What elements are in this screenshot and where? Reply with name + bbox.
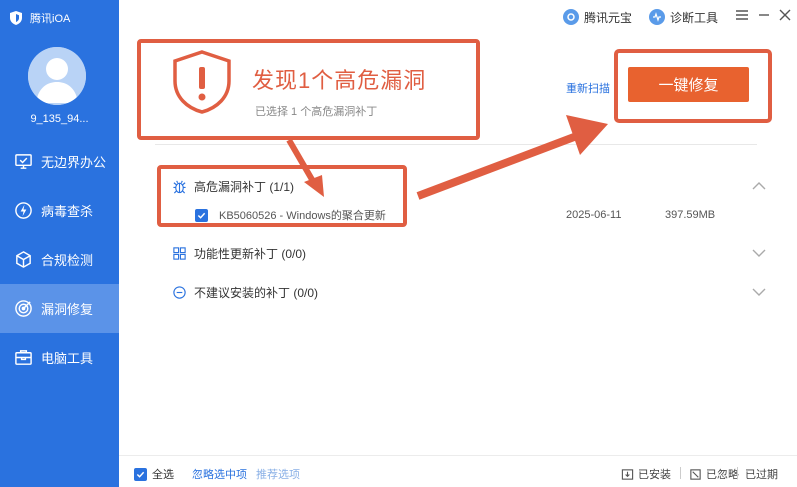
sidebar-item-label: 合规检测 xyxy=(41,253,94,268)
expired-button[interactable]: 已过期 xyxy=(745,466,778,482)
chevron-down-icon[interactable] xyxy=(751,245,767,261)
bug-icon xyxy=(173,180,186,193)
sidebar-item-borderless-office[interactable]: 无边界办公 xyxy=(0,137,119,186)
brand: 腾讯iOA xyxy=(8,10,70,26)
installed-label: 已安装 xyxy=(638,469,671,481)
sidebar-item-label: 电脑工具 xyxy=(41,351,94,366)
select-all-label: 全选 xyxy=(152,469,174,481)
annotation-arrow-right-head xyxy=(566,115,608,155)
installed-button[interactable]: 已安装 xyxy=(621,466,671,482)
group-functional-update[interactable]: 功能性更新补丁 (0/0) xyxy=(172,243,767,263)
recommended-options-link[interactable]: 推荐选项 xyxy=(256,466,300,482)
sidebar-nav: 无边界办公 病毒查杀 合规检测 漏洞修复 电脑工具 xyxy=(0,137,119,382)
sidebar: 腾讯iOA 9_135_94... 无边界办公 病毒查杀 合规检测 漏洞修复 电… xyxy=(0,0,119,487)
group-label: 高危漏洞补丁 (1/1) xyxy=(194,179,295,194)
sidebar-item-vuln-fix[interactable]: 漏洞修复 xyxy=(0,284,119,333)
chevron-down-icon[interactable] xyxy=(751,284,767,300)
group-not-recommended[interactable]: 不建议安装的补丁 (0/0) xyxy=(172,282,767,302)
group-high-risk[interactable]: 高危漏洞补丁 (1/1) xyxy=(172,176,767,196)
check-icon xyxy=(136,471,145,478)
check-icon xyxy=(197,212,206,219)
sidebar-item-compliance[interactable]: 合规检测 xyxy=(0,235,119,284)
group-label: 不建议安装的补丁 (0/0) xyxy=(194,285,319,300)
diagnose-icon xyxy=(649,9,665,25)
username: 9_135_94... xyxy=(30,113,89,125)
menu-icon[interactable] xyxy=(733,6,751,24)
ioa-logo-icon xyxy=(10,11,22,25)
patch-size: 397.59MB xyxy=(665,209,716,221)
footer-bar: 全选 忽略选中项 推荐选项 已安装 已忽略 已过期 xyxy=(119,455,797,487)
title-bar: 腾讯元宝 诊断工具 xyxy=(119,0,797,34)
close-icon[interactable] xyxy=(776,6,794,24)
toolbox-icon xyxy=(15,350,32,365)
separator xyxy=(680,467,681,479)
divider xyxy=(155,144,757,145)
patch-date: 2025-06-11 xyxy=(566,209,622,221)
one-click-fix-button[interactable]: 一键修复 xyxy=(628,67,749,102)
brand-name: 腾讯iOA xyxy=(30,13,71,25)
rescan-link[interactable]: 重新扫描 xyxy=(566,80,610,96)
expired-label: 已过期 xyxy=(745,469,778,481)
select-all[interactable]: 全选 xyxy=(134,466,174,482)
ignored-label: 已忽略 xyxy=(706,469,739,481)
install-icon xyxy=(621,468,634,480)
group-label: 功能性更新补丁 (0/0) xyxy=(194,246,307,261)
patch-checkbox[interactable] xyxy=(195,208,208,222)
tencent-yuanbao-button[interactable]: 腾讯元宝 xyxy=(563,6,632,28)
target-icon xyxy=(15,300,32,317)
yuanbao-icon xyxy=(563,9,579,25)
avatar[interactable] xyxy=(28,47,86,105)
vulnerability-alert-highlight: 发现1个高危漏洞 已选择 1 个高危漏洞补丁 xyxy=(137,39,480,140)
sidebar-item-label: 无边界办公 xyxy=(41,155,107,170)
patch-row[interactable]: KB5060526 - Windows的聚合更新 2025-06-11 397.… xyxy=(195,206,737,224)
ignore-icon xyxy=(690,468,701,480)
sidebar-item-label: 病毒查杀 xyxy=(41,204,94,219)
sidebar-item-virus-scan[interactable]: 病毒查杀 xyxy=(0,186,119,235)
page-title: 发现1个高危漏洞 xyxy=(252,68,427,93)
ignored-button[interactable]: 已忽略 xyxy=(689,466,739,482)
cube-icon xyxy=(16,251,31,268)
selection-summary: 已选择 1 个高危漏洞补丁 xyxy=(255,106,378,118)
tencent-yuanbao-label: 腾讯元宝 xyxy=(584,10,633,25)
ignore-selected-link[interactable]: 忽略选中项 xyxy=(192,466,247,482)
sidebar-item-pc-tools[interactable]: 电脑工具 xyxy=(0,333,119,382)
grid-icon xyxy=(173,246,186,260)
lightning-shield-icon xyxy=(15,202,32,219)
separator xyxy=(737,467,738,479)
diagnose-tool-button[interactable]: 诊断工具 xyxy=(649,6,718,28)
chevron-up-icon[interactable] xyxy=(751,178,767,194)
select-all-checkbox[interactable] xyxy=(134,467,147,481)
warning-shield-icon xyxy=(173,50,231,114)
diagnose-tool-label: 诊断工具 xyxy=(670,10,719,25)
minimize-icon[interactable] xyxy=(755,6,773,24)
sidebar-item-label: 漏洞修复 xyxy=(41,302,94,317)
monitor-check-icon xyxy=(15,154,32,169)
user-avatar-icon xyxy=(28,47,86,105)
patch-name: KB5060526 - Windows的聚合更新 xyxy=(219,210,386,222)
minus-circle-icon xyxy=(173,285,186,299)
